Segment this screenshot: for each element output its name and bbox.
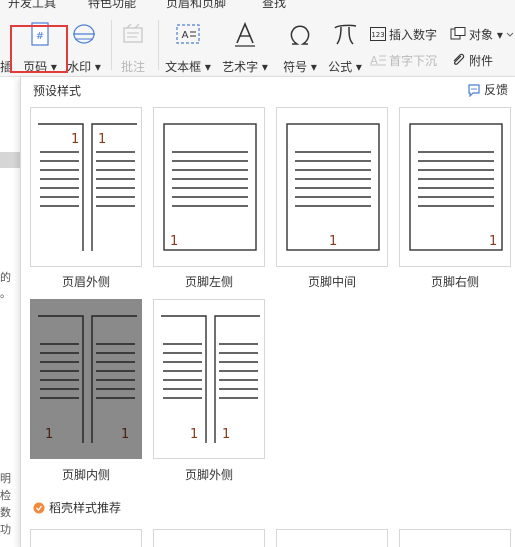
object-button[interactable]: 对象 ▾: [450, 26, 503, 46]
feedback-icon: [468, 84, 480, 97]
textbox-button[interactable]: A 文本框 ▾: [164, 20, 212, 74]
omega-icon: [290, 25, 310, 45]
formula-label: 公式 ▾: [328, 60, 362, 74]
preset-footer-right-thumbnail: 1: [409, 123, 503, 251]
textbox-icon: A: [176, 24, 200, 44]
page-number-digit: 1: [170, 234, 178, 249]
ribbon-toolbar: 插 # 页码 ▾ 水印 ▾ 批注 A 文本框 ▾ 艺术字 ▾ 符号 ▾ 公式 ▾…: [0, 14, 515, 77]
wordart-label: 艺术字 ▾: [222, 60, 268, 74]
preset-label: 页脚右侧: [430, 275, 479, 289]
preset-label: 页脚中间: [307, 275, 356, 289]
insert-number-button[interactable]: 123 插入数字: [370, 26, 437, 46]
attachment-button[interactable]: 附件: [450, 52, 493, 72]
annotation-button[interactable]: 批注: [114, 20, 152, 74]
preset-label: 页脚外侧: [184, 468, 233, 482]
recommend-card[interactable]: [30, 529, 142, 547]
preset-footer-outside[interactable]: 1 1: [153, 299, 265, 459]
doc-text: 。: [0, 287, 11, 300]
watermark-button[interactable]: 水印 ▾: [64, 20, 104, 74]
paperclip-icon: [453, 53, 465, 65]
page-number-digit: 1: [329, 234, 337, 249]
document-area: 的 。 明 检 数 功: [0, 77, 20, 547]
page-number-digit: 1: [121, 427, 129, 442]
page-number-digit: 1: [71, 132, 79, 147]
wordart-button[interactable]: 艺术字 ▾: [220, 20, 270, 74]
page-number-digit: 1: [222, 427, 230, 442]
doc-text: 数: [0, 506, 11, 519]
preset-styles-title: 预设样式: [33, 84, 82, 98]
feedback-button[interactable]: 反馈: [467, 81, 508, 98]
more-icon[interactable]: [505, 30, 515, 40]
preset-footer-outside-thumbnail: 1 1: [161, 315, 260, 443]
doc-text: 的: [0, 271, 11, 284]
recommend-section-title: 稻壳样式推荐: [33, 499, 121, 516]
symbol-label: 符号 ▾: [283, 60, 317, 74]
wordart-icon: [235, 22, 255, 47]
preset-label: 页脚内侧: [61, 468, 110, 482]
preset-footer-center-thumbnail: 1: [286, 123, 380, 251]
page-number-digit: 1: [190, 427, 198, 442]
tab-find[interactable]: 查找: [262, 0, 286, 11]
tab-special-features[interactable]: 特色功能: [88, 0, 136, 11]
page-number-digit: 1: [45, 427, 53, 442]
recommend-card[interactable]: [399, 529, 511, 547]
doc-text: 明: [0, 472, 11, 485]
doc-text: 检: [0, 489, 11, 502]
watermark-icon: [73, 24, 95, 44]
preset-footer-inside[interactable]: 1 1: [30, 299, 142, 459]
preset-footer-inside-thumbnail: 1 1: [38, 315, 137, 443]
svg-text:123: 123: [371, 31, 384, 39]
svg-text:A: A: [182, 30, 189, 41]
recommend-card[interactable]: [276, 529, 388, 547]
insert-number-icon: 123: [370, 27, 386, 41]
preset-label: 页眉外侧: [61, 275, 110, 289]
textbox-label: 文本框 ▾: [165, 60, 211, 74]
menu-tabs: 开发工具 特色功能 页眉和页脚 查找: [0, 0, 515, 14]
preset-footer-left-thumbnail: 1: [163, 123, 257, 251]
object-icon: [450, 27, 466, 40]
tab-developer-tools[interactable]: 开发工具: [8, 0, 56, 11]
document-selection-bar: [0, 152, 20, 168]
dropcap-button[interactable]: A 首字下沉: [370, 52, 437, 72]
annotation-label: 批注: [120, 60, 145, 74]
symbol-button[interactable]: 符号 ▾: [280, 20, 320, 74]
tab-header-footer[interactable]: 页眉和页脚: [166, 0, 226, 11]
page-number-digit: 1: [489, 234, 497, 249]
page-number-digit: 1: [98, 132, 106, 147]
page-number-dropdown: 预设样式 反馈 1 1 页眉外侧 1 页脚左侧 1 页脚中间 1 页脚右侧 1 …: [20, 77, 515, 547]
doc-text: 功: [0, 523, 11, 536]
preset-footer-center[interactable]: 1: [276, 107, 388, 267]
page-number-highlight: [10, 25, 68, 73]
recommend-card[interactable]: [153, 529, 265, 547]
preset-header-outside-thumbnail: 1 1: [38, 123, 137, 251]
pi-icon: [334, 24, 357, 45]
formula-button[interactable]: 公式 ▾: [324, 20, 366, 74]
preset-footer-right[interactable]: 1: [399, 107, 511, 267]
preset-header-outside[interactable]: 1 1: [30, 107, 142, 267]
dropcap-icon: A: [370, 54, 386, 67]
docer-icon: [33, 502, 45, 514]
watermark-label: 水印 ▾: [67, 60, 101, 74]
preset-label: 页脚左侧: [184, 275, 233, 289]
annotation-icon: [123, 23, 143, 43]
preset-footer-left[interactable]: 1: [153, 107, 265, 267]
